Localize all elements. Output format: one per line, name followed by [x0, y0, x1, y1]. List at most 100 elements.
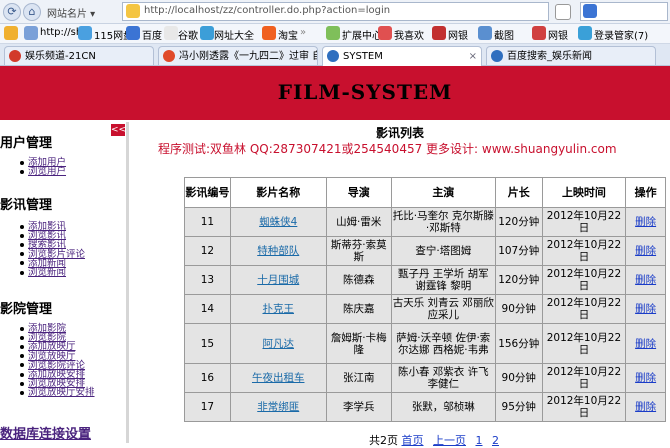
cell-op: 删除 [625, 207, 666, 237]
film-name-link[interactable]: 十月围城 [257, 274, 299, 286]
cell-cast: 陈小春 邓紫衣 许飞 李健仁 [390, 363, 496, 393]
credit-line: 程序测试:双鱼林 QQ:287307421或254540457 更多设计: ww… [158, 142, 617, 156]
col-header-date: 上映时间 [541, 177, 627, 208]
table-header-row: 影讯编号 影片名称 导演 主演 片长 上映时间 操作 [184, 177, 666, 208]
tab-news[interactable]: 冯小刚透露《一九四二》过审 自... [158, 46, 318, 65]
home-icon[interactable]: ⌂ [23, 3, 41, 21]
fav-item-12[interactable]: 登录管家(7) [594, 27, 648, 42]
fav-item-4[interactable]: 谷歌 [178, 27, 198, 42]
shield-icon[interactable] [555, 4, 571, 20]
tab-21cn[interactable]: 娱乐频道-21CN [4, 46, 154, 65]
cell-id: 16 [184, 363, 231, 393]
table-row: 16 午夜出租车 张江南 陈小春 邓紫衣 许飞 李健仁 90分钟 2012年10… [184, 363, 666, 393]
fav-item-10[interactable]: 截图 [494, 27, 514, 42]
cell-date: 2012年10月22日 [541, 323, 627, 364]
cell-id: 11 [184, 207, 231, 237]
search-input[interactable] [580, 2, 668, 21]
film-name-link[interactable]: 阿凡达 [262, 338, 294, 350]
cell-date: 2012年10月22日 [541, 363, 627, 393]
delete-link[interactable]: 删除 [635, 372, 656, 384]
tab-label: 娱乐频道-21CN [25, 51, 96, 62]
fav-item-7[interactable]: 扩展中心 [342, 27, 382, 42]
collapse-sidebar-button[interactable]: << [111, 124, 126, 136]
cell-op: 删除 [625, 236, 666, 266]
cell-id: 14 [184, 294, 231, 324]
delete-link[interactable]: 删除 [635, 274, 656, 286]
refresh-icon[interactable]: ⟳ [3, 3, 21, 21]
sidebar-item-browse-users[interactable]: 浏览用户 [20, 167, 66, 176]
cell-cast: 张默，邬桢琳 [390, 392, 496, 422]
cell-director: 斯蒂芬·索莫斯 [325, 236, 392, 266]
cell-name: 阿凡达 [229, 323, 327, 364]
cell-cast: 托比·马奎尔 克尔斯滕·邓斯特 [390, 207, 496, 237]
cell-date: 2012年10月22日 [541, 392, 627, 422]
table-row: 11 蜘蛛侠4 山姆·雷米 托比·马奎尔 克尔斯滕·邓斯特 120分钟 2012… [184, 207, 666, 237]
cell-director: 陈德森 [325, 265, 392, 295]
cell-cast: 古天乐 刘青云 邓丽欣 应采儿 [390, 294, 496, 324]
fav-google-icon [164, 26, 178, 40]
tab-baidu[interactable]: 百度搜索_娱乐新闻 [486, 46, 656, 65]
film-table: 影讯编号 影片名称 导演 主演 片长 上映时间 操作 11 蜘蛛侠4 山姆·雷米… [184, 177, 666, 422]
tab-favicon [9, 50, 21, 62]
sidebar-films-list: 添加影讯 浏览影讯 搜索影讯 浏览影片评论 添加新闻 浏览新闻 [20, 222, 85, 277]
film-name-link[interactable]: 午夜出租车 [252, 372, 305, 384]
favorites-bar: http://sh 115网盘 百度 谷歌 网址大全 淘宝 » 扩展中心 我喜欢… [0, 24, 670, 44]
url-text: http://localhost/zz/controller.do.php?ac… [144, 5, 391, 16]
prev-page-link[interactable]: 上一页 [433, 434, 466, 447]
sidebar-item-browse-news[interactable]: 浏览新闻 [20, 268, 85, 277]
cell-date: 2012年10月22日 [541, 207, 627, 237]
cell-director: 山姆·雷米 [325, 207, 392, 237]
fav-item-9[interactable]: 网银 [448, 27, 468, 42]
cell-date: 2012年10月22日 [541, 236, 627, 266]
cell-cast: 萨姆·沃辛顿 佐伊·索尔达娜 西格妮·韦弗 [390, 323, 496, 364]
col-header-op: 操作 [625, 177, 666, 208]
film-name-link[interactable]: 蜘蛛侠4 [259, 216, 297, 228]
fav-item-6[interactable]: 淘宝 [278, 27, 298, 42]
search-engine-icon[interactable] [583, 4, 597, 18]
page-2-link[interactable]: 2 [492, 434, 499, 447]
cell-id: 15 [184, 323, 231, 364]
fav-cloud-icon [78, 26, 92, 40]
login-manager-icon [578, 26, 592, 40]
favorites-star-icon[interactable] [4, 26, 18, 40]
cell-name: 非常绑匪 [229, 392, 327, 422]
more-icon[interactable]: » [300, 27, 306, 38]
cell-name: 蜘蛛侠4 [229, 207, 327, 237]
delete-link[interactable]: 删除 [635, 303, 656, 315]
film-name-link[interactable]: 特种部队 [257, 245, 299, 257]
sidebar-item-hall-schedules[interactable]: 浏览放映厅安排 [20, 388, 95, 398]
fav-item-11[interactable]: 网银 [548, 27, 568, 42]
cell-op: 删除 [625, 392, 666, 422]
fav-taobao-icon [262, 26, 276, 40]
col-header-director: 导演 [325, 177, 392, 208]
cell-name: 特种部队 [229, 236, 327, 266]
cell-director: 张江南 [325, 363, 392, 393]
fav-item-8[interactable]: 我喜欢 [394, 27, 424, 42]
cell-length: 120分钟 [494, 265, 543, 295]
site-card-menu[interactable]: 网站名片 ▾ [47, 5, 95, 20]
tab-system[interactable]: SYSTEM × [322, 46, 482, 66]
first-page-link[interactable]: 首页 [402, 434, 424, 447]
cell-id: 17 [184, 392, 231, 422]
url-field[interactable]: http://localhost/zz/controller.do.php?ac… [122, 2, 549, 21]
cell-length: 120分钟 [494, 207, 543, 237]
fav-baidu-icon [126, 26, 140, 40]
fav-item-1[interactable]: http://sh [40, 27, 82, 38]
page-title: 影讯列表 [375, 126, 424, 140]
delete-link[interactable]: 删除 [635, 245, 656, 257]
delete-link[interactable]: 删除 [635, 338, 656, 350]
table-row: 13 十月围城 陈德森 甄子丹 王学圻 胡军 谢霆锋 黎明 120分钟 2012… [184, 265, 666, 295]
db-settings-link[interactable]: 数据库连接设置 [0, 423, 91, 442]
tab-favicon [491, 50, 503, 62]
delete-link[interactable]: 删除 [635, 216, 656, 228]
film-name-link[interactable]: 扑克王 [262, 303, 294, 315]
delete-link[interactable]: 删除 [635, 401, 656, 413]
cell-length: 95分钟 [494, 392, 543, 422]
fav-item-3[interactable]: 百度 [142, 27, 162, 42]
fav-item-5[interactable]: 网址大全 [214, 27, 254, 42]
page-1-link[interactable]: 1 [476, 434, 483, 447]
close-tab-icon[interactable]: × [469, 47, 477, 66]
cell-cast: 甄子丹 王学圻 胡军 谢霆锋 黎明 [390, 265, 496, 295]
bank-icon [432, 26, 446, 40]
film-name-link[interactable]: 非常绑匪 [257, 401, 299, 413]
